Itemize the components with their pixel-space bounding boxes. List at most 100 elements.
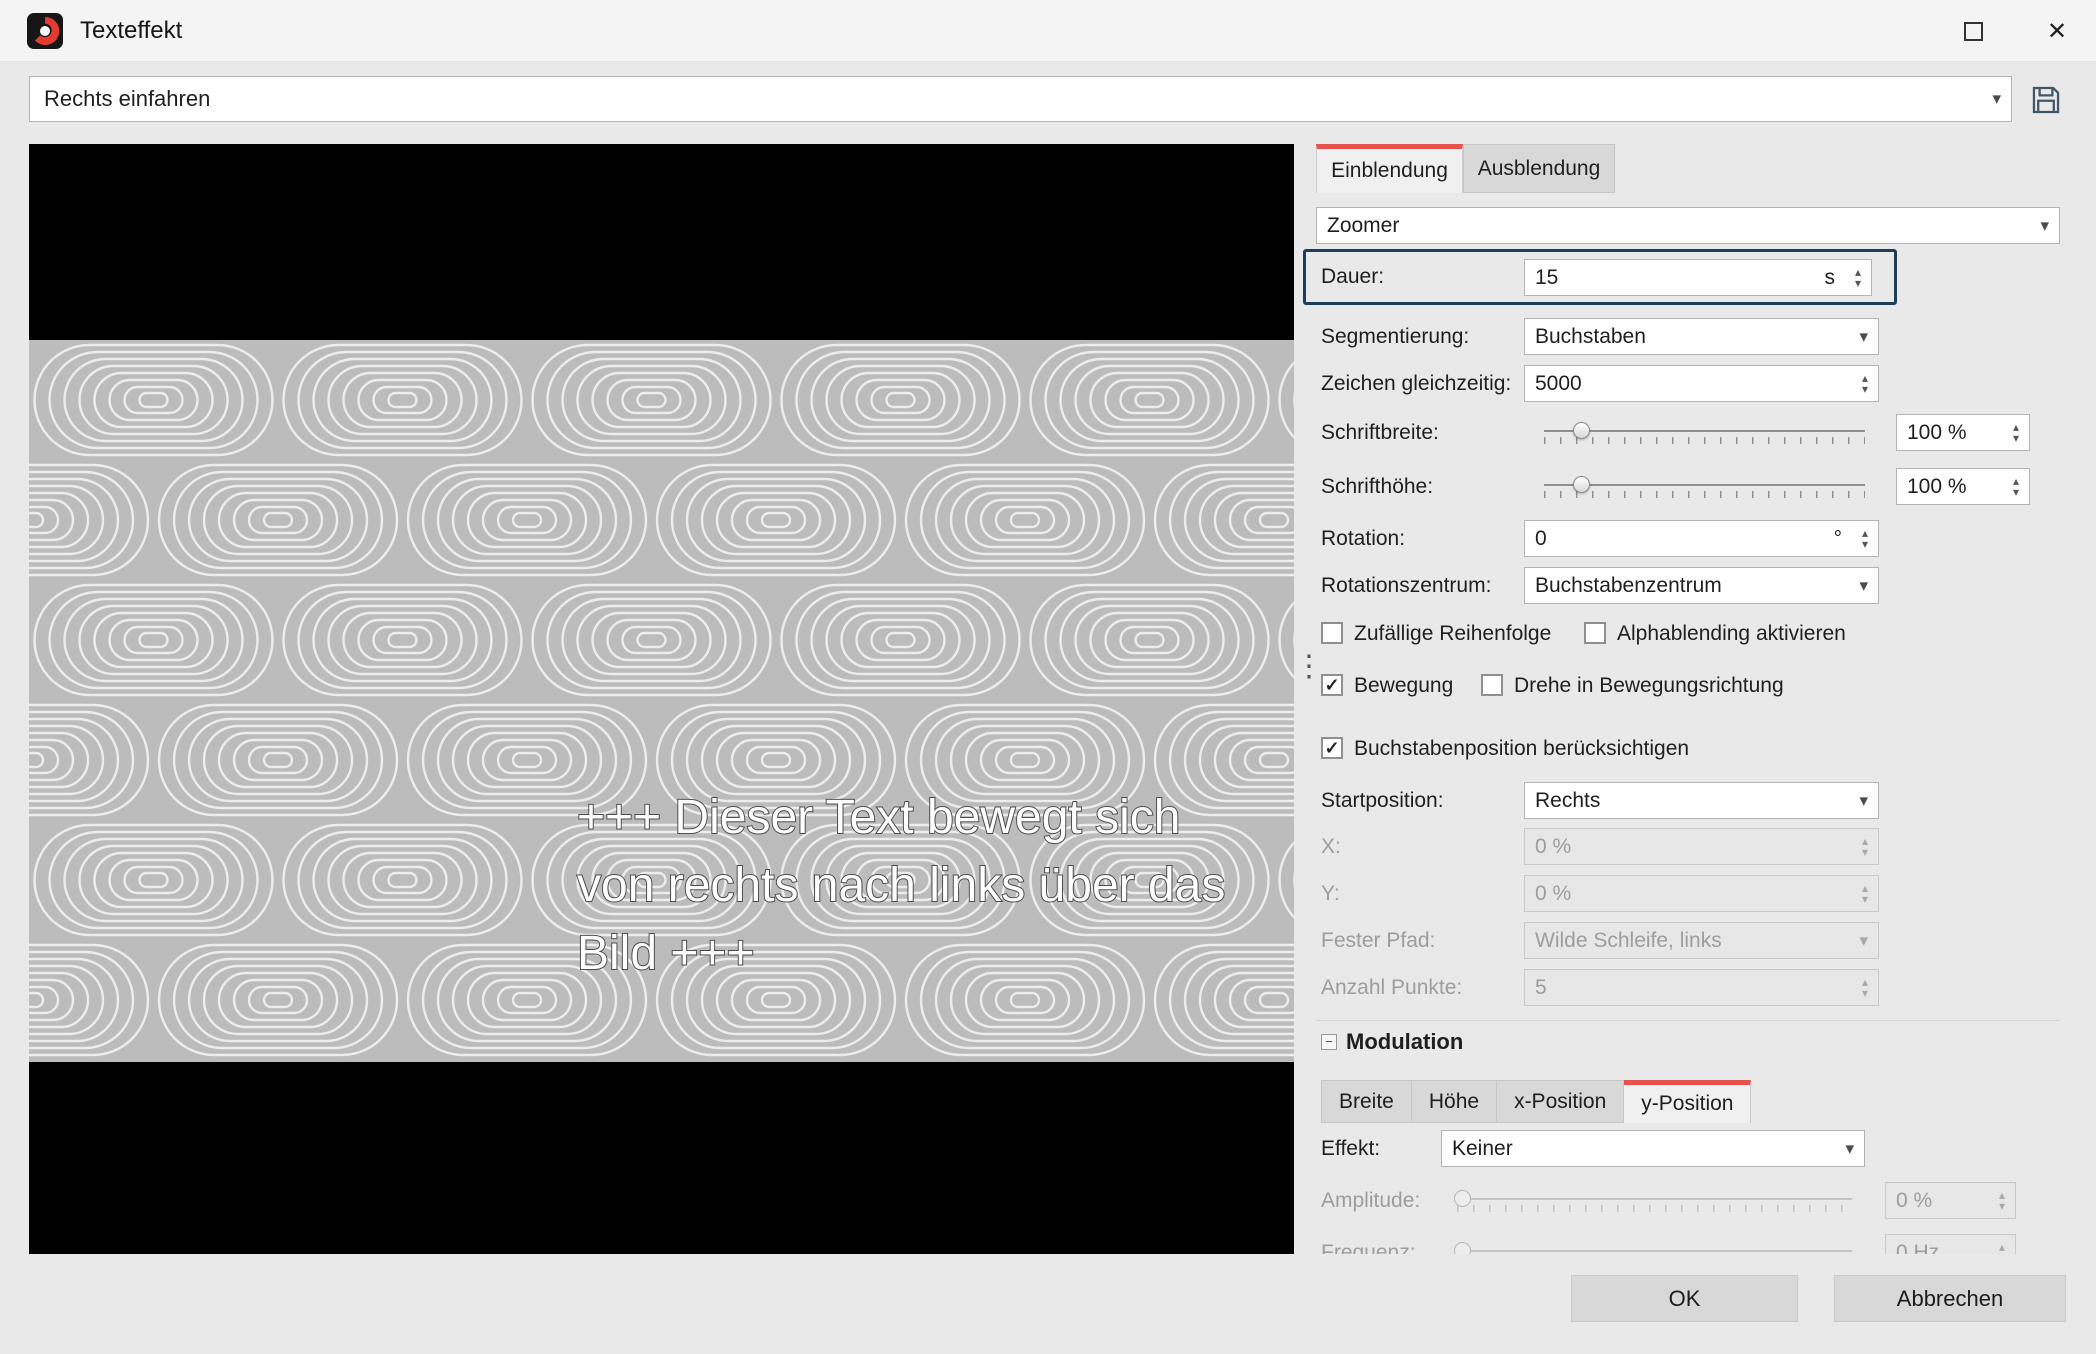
tab-x-position[interactable]: x-Position — [1497, 1080, 1625, 1123]
chevron-down-icon: ▾ — [1859, 575, 1868, 595]
alphablending-checkbox[interactable]: ✓ — [1584, 622, 1606, 644]
startposition-value: Rechts — [1535, 789, 1601, 812]
zufaellige-reihenfolge-label: Zufällige Reihenfolge — [1354, 622, 1552, 645]
zeichen-value: 5000 — [1535, 372, 1582, 395]
save-preset-button[interactable] — [2023, 77, 2069, 123]
zeichen-input[interactable]: 5000 ▴ ▾ — [1524, 365, 1879, 402]
frequenz-slider — [1454, 1234, 1852, 1254]
rotationszentrum-label: Rotationszentrum: — [1321, 574, 1492, 597]
titlebar: Texteffekt ✕ — [0, 0, 2096, 62]
close-button[interactable]: ✕ — [2032, 0, 2082, 62]
app-icon — [26, 12, 64, 50]
rotation-spinner[interactable]: ▴ ▾ — [1854, 522, 1876, 555]
spinner-down-icon: ▾ — [1998, 1198, 2006, 1213]
slider-handle[interactable] — [1573, 476, 1590, 493]
slider-handle[interactable] — [1573, 422, 1590, 439]
dauer-unit: s — [1824, 266, 1836, 289]
startposition-select[interactable]: Rechts ▾ — [1524, 782, 1879, 819]
schriftbreite-value-input[interactable]: 100 % ▴ ▾ — [1896, 414, 2030, 451]
spinner-down-icon[interactable]: ▾ — [2013, 486, 2019, 498]
tab-ausblendung[interactable]: Ausblendung — [1463, 144, 1615, 193]
frequenz-label: Frequenz: — [1321, 1241, 1416, 1254]
preview-overlay-text[interactable]: +++ Dieser Text bewegt sich von rechts n… — [576, 784, 1226, 988]
ok-button[interactable]: OK — [1571, 1275, 1798, 1322]
bewegung-label: Bewegung — [1354, 674, 1454, 697]
modulation-section-title: Modulation — [1346, 1029, 1464, 1054]
buchstabenposition-label: Buchstabenposition berücksichtigen — [1354, 737, 1690, 760]
rotation-input[interactable]: 0 ° ▴ ▾ — [1524, 520, 1879, 557]
chevron-down-icon: ▾ — [2040, 215, 2049, 235]
rotation-label: Rotation: — [1321, 527, 1406, 550]
schrifthoehe-value-input[interactable]: 100 % ▴ ▾ — [1896, 468, 2030, 505]
schriftbreite-slider[interactable] — [1544, 414, 1865, 451]
splitter-dots-icon: ⋮ — [1294, 650, 1324, 683]
dauer-input[interactable]: 15 s ▴ ▾ — [1524, 259, 1872, 296]
alphablending-label: Alphablending aktivieren — [1617, 622, 1846, 645]
fester-pfad-value: Wilde Schleife, links — [1535, 929, 1722, 952]
segmentierung-value: Buchstaben — [1535, 325, 1646, 348]
schriftbreite-value: 100 % — [1907, 421, 1967, 444]
collapse-icon: − — [1325, 1034, 1333, 1049]
save-icon — [2032, 86, 2060, 114]
frequenz-value: 0 Hz — [1896, 1241, 1940, 1254]
effect-select-value: Zoomer — [1327, 214, 1400, 237]
slider-track[interactable] — [1544, 430, 1865, 432]
overlay-line-1: +++ Dieser Text bewegt sich — [576, 790, 1181, 845]
segmentierung-select[interactable]: Buchstaben ▾ — [1524, 318, 1879, 355]
spinner-down-icon: ▾ — [1861, 891, 1869, 906]
tab-breite[interactable]: Breite — [1321, 1080, 1412, 1123]
zeichen-label: Zeichen gleichzeitig: — [1321, 372, 1512, 395]
effect-select[interactable]: Zoomer ▾ — [1316, 207, 2060, 244]
collapse-toggle[interactable]: − — [1321, 1034, 1337, 1050]
drehe-checkbox[interactable]: ✓ — [1481, 674, 1503, 696]
slider-handle — [1454, 1190, 1471, 1207]
slider-track[interactable] — [1544, 484, 1865, 486]
tab-hoehe[interactable]: Höhe — [1411, 1080, 1498, 1123]
modulation-effekt-select[interactable]: Keiner ▾ — [1441, 1130, 1865, 1167]
spinner-down-icon[interactable]: ▾ — [1855, 277, 1861, 289]
x-spinner: ▴ ▾ — [1854, 830, 1876, 863]
schriftbreite-spinner[interactable]: ▴ ▾ — [2005, 416, 2027, 449]
zufaellige-reihenfolge-checkbox[interactable]: ✓ — [1321, 622, 1343, 644]
buchstabenposition-checkbox[interactable]: ✓ — [1321, 737, 1343, 759]
spinner-down-icon[interactable]: ▾ — [1862, 538, 1868, 550]
amplitude-spinner: ▴ ▾ — [1991, 1184, 2013, 1217]
fester-pfad-label: Fester Pfad: — [1321, 929, 1436, 952]
y-label: Y: — [1321, 882, 1340, 905]
zeichen-spinner[interactable]: ▴ ▾ — [1854, 367, 1876, 400]
rotation-value: 0 — [1535, 527, 1547, 550]
preset-select[interactable]: Rechts einfahren ▾ — [29, 76, 2012, 122]
maximize-button[interactable] — [1948, 0, 1998, 62]
section-divider — [1316, 1020, 2060, 1021]
check-icon: ✓ — [1324, 674, 1340, 695]
slider-handle — [1454, 1242, 1471, 1254]
slider-ticks — [1457, 1205, 1852, 1212]
chevron-down-icon: ▾ — [1859, 930, 1868, 950]
tab-einblendung[interactable]: Einblendung — [1316, 144, 1463, 193]
schrifthoehe-spinner[interactable]: ▴ ▾ — [2005, 470, 2027, 503]
maximize-icon — [1963, 21, 1983, 41]
cancel-button[interactable]: Abbrechen — [1834, 1275, 2066, 1322]
panel-splitter[interactable]: ⋮ — [1294, 652, 1324, 682]
window-title: Texteffekt — [80, 17, 183, 44]
amplitude-value-input: 0 % ▴ ▾ — [1885, 1182, 2016, 1219]
preset-value: Rechts einfahren — [44, 86, 211, 111]
schrifthoehe-slider[interactable] — [1544, 468, 1865, 505]
anzahl-punkte-label: Anzahl Punkte: — [1321, 976, 1463, 999]
dauer-spinner[interactable]: ▴ ▾ — [1847, 261, 1869, 294]
spinner-down-icon[interactable]: ▾ — [1862, 383, 1868, 395]
bewegung-checkbox[interactable]: ✓ — [1321, 674, 1343, 696]
overlay-line-2: von rechts nach links über das — [576, 858, 1226, 913]
spinner-down-icon[interactable]: ▾ — [2013, 432, 2019, 444]
check-icon: ✓ — [1324, 737, 1340, 758]
preview-area: +++ Dieser Text bewegt sich von rechts n… — [29, 144, 1294, 1254]
y-spinner: ▴ ▾ — [1854, 877, 1876, 910]
rotationszentrum-select[interactable]: Buchstabenzentrum ▾ — [1524, 567, 1879, 604]
segmentierung-label: Segmentierung: — [1321, 325, 1470, 348]
schrifthoehe-label: Schrifthöhe: — [1321, 475, 1434, 498]
modulation-tabs: Breite Höhe x-Position y-Position — [1321, 1080, 1752, 1123]
frequenz-value-input: 0 Hz ▴▾ — [1885, 1234, 2016, 1254]
fester-pfad-select: Wilde Schleife, links ▾ — [1524, 922, 1879, 959]
tab-y-position[interactable]: y-Position — [1624, 1080, 1752, 1123]
settings-panel: Einblendung Ausblendung Zoomer ▾ Dauer: … — [1302, 144, 2060, 1254]
